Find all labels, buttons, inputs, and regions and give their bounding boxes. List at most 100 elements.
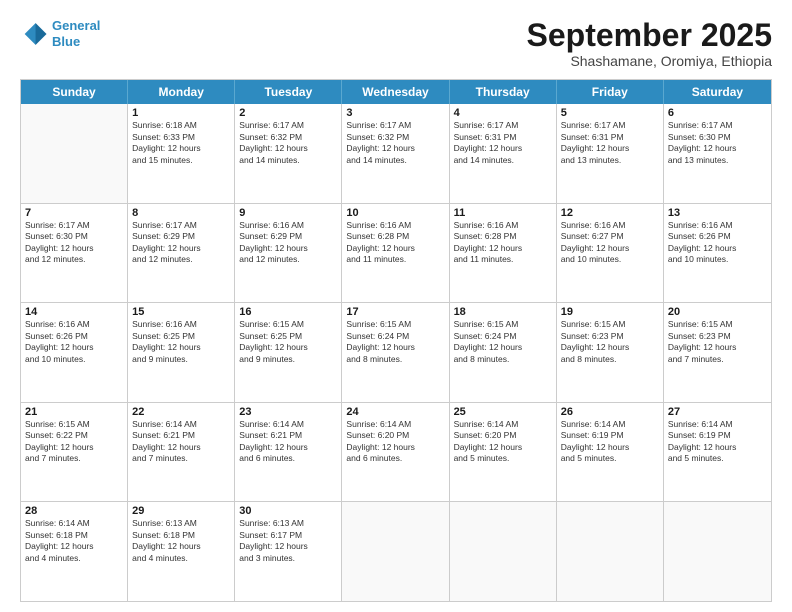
day-info: Sunrise: 6:17 AM Sunset: 6:31 PM Dayligh… xyxy=(561,120,659,166)
logo-text: General Blue xyxy=(52,18,100,49)
day-number: 10 xyxy=(346,207,444,219)
day-number: 13 xyxy=(668,207,767,219)
day-cell xyxy=(664,502,771,601)
day-info: Sunrise: 6:15 AM Sunset: 6:22 PM Dayligh… xyxy=(25,419,123,465)
day-info: Sunrise: 6:15 AM Sunset: 6:23 PM Dayligh… xyxy=(561,319,659,365)
day-cell: 11Sunrise: 6:16 AM Sunset: 6:28 PM Dayli… xyxy=(450,204,557,303)
day-number: 16 xyxy=(239,306,337,318)
day-cell: 16Sunrise: 6:15 AM Sunset: 6:25 PM Dayli… xyxy=(235,303,342,402)
day-cell: 25Sunrise: 6:14 AM Sunset: 6:20 PM Dayli… xyxy=(450,403,557,502)
page: General Blue September 2025 Shashamane, … xyxy=(0,0,792,612)
day-number: 26 xyxy=(561,406,659,418)
week-row-1: 1Sunrise: 6:18 AM Sunset: 6:33 PM Daylig… xyxy=(21,104,771,204)
day-number: 5 xyxy=(561,107,659,119)
day-info: Sunrise: 6:14 AM Sunset: 6:19 PM Dayligh… xyxy=(668,419,767,465)
day-info: Sunrise: 6:13 AM Sunset: 6:17 PM Dayligh… xyxy=(239,518,337,564)
week-row-5: 28Sunrise: 6:14 AM Sunset: 6:18 PM Dayli… xyxy=(21,502,771,601)
day-info: Sunrise: 6:15 AM Sunset: 6:24 PM Dayligh… xyxy=(454,319,552,365)
day-number: 21 xyxy=(25,406,123,418)
day-number: 15 xyxy=(132,306,230,318)
day-info: Sunrise: 6:14 AM Sunset: 6:21 PM Dayligh… xyxy=(239,419,337,465)
day-cell: 6Sunrise: 6:17 AM Sunset: 6:30 PM Daylig… xyxy=(664,104,771,203)
day-info: Sunrise: 6:17 AM Sunset: 6:32 PM Dayligh… xyxy=(239,120,337,166)
day-info: Sunrise: 6:14 AM Sunset: 6:20 PM Dayligh… xyxy=(454,419,552,465)
day-info: Sunrise: 6:13 AM Sunset: 6:18 PM Dayligh… xyxy=(132,518,230,564)
day-cell: 7Sunrise: 6:17 AM Sunset: 6:30 PM Daylig… xyxy=(21,204,128,303)
day-header-tuesday: Tuesday xyxy=(235,80,342,104)
logo: General Blue xyxy=(20,18,100,49)
day-header-friday: Friday xyxy=(557,80,664,104)
day-cell: 13Sunrise: 6:16 AM Sunset: 6:26 PM Dayli… xyxy=(664,204,771,303)
day-cell: 2Sunrise: 6:17 AM Sunset: 6:32 PM Daylig… xyxy=(235,104,342,203)
day-info: Sunrise: 6:16 AM Sunset: 6:25 PM Dayligh… xyxy=(132,319,230,365)
week-row-2: 7Sunrise: 6:17 AM Sunset: 6:30 PM Daylig… xyxy=(21,204,771,304)
day-number: 8 xyxy=(132,207,230,219)
calendar: SundayMondayTuesdayWednesdayThursdayFrid… xyxy=(20,79,772,602)
day-info: Sunrise: 6:15 AM Sunset: 6:25 PM Dayligh… xyxy=(239,319,337,365)
day-number: 7 xyxy=(25,207,123,219)
day-cell: 27Sunrise: 6:14 AM Sunset: 6:19 PM Dayli… xyxy=(664,403,771,502)
day-cell: 9Sunrise: 6:16 AM Sunset: 6:29 PM Daylig… xyxy=(235,204,342,303)
day-number: 18 xyxy=(454,306,552,318)
day-info: Sunrise: 6:16 AM Sunset: 6:26 PM Dayligh… xyxy=(668,220,767,266)
day-header-thursday: Thursday xyxy=(450,80,557,104)
day-cell: 28Sunrise: 6:14 AM Sunset: 6:18 PM Dayli… xyxy=(21,502,128,601)
day-cell: 24Sunrise: 6:14 AM Sunset: 6:20 PM Dayli… xyxy=(342,403,449,502)
day-cell: 21Sunrise: 6:15 AM Sunset: 6:22 PM Dayli… xyxy=(21,403,128,502)
month-title: September 2025 xyxy=(527,18,772,53)
day-number: 4 xyxy=(454,107,552,119)
location-subtitle: Shashamane, Oromiya, Ethiopia xyxy=(527,53,772,69)
day-cell: 1Sunrise: 6:18 AM Sunset: 6:33 PM Daylig… xyxy=(128,104,235,203)
day-cell: 29Sunrise: 6:13 AM Sunset: 6:18 PM Dayli… xyxy=(128,502,235,601)
day-headers: SundayMondayTuesdayWednesdayThursdayFrid… xyxy=(21,80,771,104)
day-number: 1 xyxy=(132,107,230,119)
day-info: Sunrise: 6:17 AM Sunset: 6:30 PM Dayligh… xyxy=(25,220,123,266)
day-info: Sunrise: 6:16 AM Sunset: 6:28 PM Dayligh… xyxy=(346,220,444,266)
day-info: Sunrise: 6:17 AM Sunset: 6:31 PM Dayligh… xyxy=(454,120,552,166)
day-info: Sunrise: 6:17 AM Sunset: 6:32 PM Dayligh… xyxy=(346,120,444,166)
day-number: 3 xyxy=(346,107,444,119)
day-number: 11 xyxy=(454,207,552,219)
day-number: 27 xyxy=(668,406,767,418)
day-info: Sunrise: 6:17 AM Sunset: 6:30 PM Dayligh… xyxy=(668,120,767,166)
day-cell: 23Sunrise: 6:14 AM Sunset: 6:21 PM Dayli… xyxy=(235,403,342,502)
day-header-saturday: Saturday xyxy=(664,80,771,104)
day-info: Sunrise: 6:14 AM Sunset: 6:20 PM Dayligh… xyxy=(346,419,444,465)
day-info: Sunrise: 6:16 AM Sunset: 6:29 PM Dayligh… xyxy=(239,220,337,266)
day-number: 6 xyxy=(668,107,767,119)
day-cell: 10Sunrise: 6:16 AM Sunset: 6:28 PM Dayli… xyxy=(342,204,449,303)
calendar-body: 1Sunrise: 6:18 AM Sunset: 6:33 PM Daylig… xyxy=(21,104,771,601)
day-cell xyxy=(342,502,449,601)
day-number: 28 xyxy=(25,505,123,517)
day-header-sunday: Sunday xyxy=(21,80,128,104)
logo-general: General xyxy=(52,18,100,33)
day-cell xyxy=(557,502,664,601)
day-cell: 5Sunrise: 6:17 AM Sunset: 6:31 PM Daylig… xyxy=(557,104,664,203)
day-number: 9 xyxy=(239,207,337,219)
day-cell: 14Sunrise: 6:16 AM Sunset: 6:26 PM Dayli… xyxy=(21,303,128,402)
day-cell: 26Sunrise: 6:14 AM Sunset: 6:19 PM Dayli… xyxy=(557,403,664,502)
day-number: 24 xyxy=(346,406,444,418)
day-number: 25 xyxy=(454,406,552,418)
day-cell: 17Sunrise: 6:15 AM Sunset: 6:24 PM Dayli… xyxy=(342,303,449,402)
day-info: Sunrise: 6:15 AM Sunset: 6:24 PM Dayligh… xyxy=(346,319,444,365)
day-cell xyxy=(450,502,557,601)
day-info: Sunrise: 6:14 AM Sunset: 6:21 PM Dayligh… xyxy=(132,419,230,465)
day-cell: 18Sunrise: 6:15 AM Sunset: 6:24 PM Dayli… xyxy=(450,303,557,402)
day-info: Sunrise: 6:14 AM Sunset: 6:19 PM Dayligh… xyxy=(561,419,659,465)
day-number: 29 xyxy=(132,505,230,517)
day-number: 23 xyxy=(239,406,337,418)
day-number: 2 xyxy=(239,107,337,119)
day-cell: 15Sunrise: 6:16 AM Sunset: 6:25 PM Dayli… xyxy=(128,303,235,402)
header: General Blue September 2025 Shashamane, … xyxy=(20,18,772,69)
day-cell: 12Sunrise: 6:16 AM Sunset: 6:27 PM Dayli… xyxy=(557,204,664,303)
day-info: Sunrise: 6:18 AM Sunset: 6:33 PM Dayligh… xyxy=(132,120,230,166)
day-number: 19 xyxy=(561,306,659,318)
day-info: Sunrise: 6:15 AM Sunset: 6:23 PM Dayligh… xyxy=(668,319,767,365)
day-info: Sunrise: 6:17 AM Sunset: 6:29 PM Dayligh… xyxy=(132,220,230,266)
title-block: September 2025 Shashamane, Oromiya, Ethi… xyxy=(527,18,772,69)
day-number: 12 xyxy=(561,207,659,219)
day-cell xyxy=(21,104,128,203)
logo-icon xyxy=(20,20,48,48)
day-cell: 30Sunrise: 6:13 AM Sunset: 6:17 PM Dayli… xyxy=(235,502,342,601)
